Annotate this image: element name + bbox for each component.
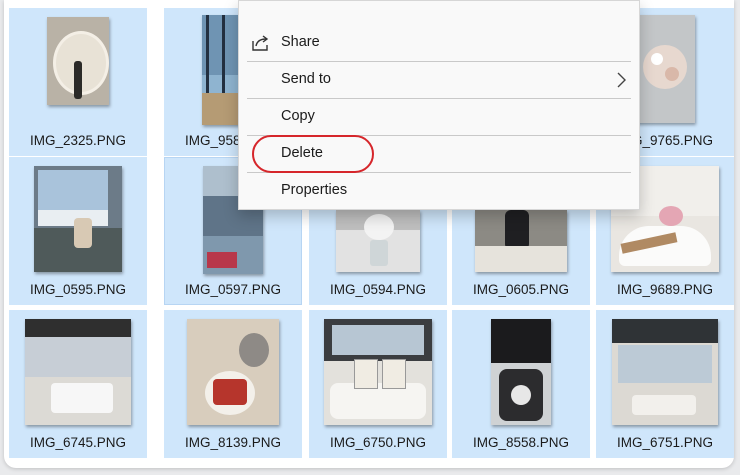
file-explorer-window: IMG_2325.PNG IMG_958 IMG_9765.PNG IMG_05… xyxy=(4,0,734,468)
photo-thumbnail xyxy=(324,319,432,425)
photo-thumbnail xyxy=(336,210,420,272)
chevron-right-icon xyxy=(617,72,626,88)
file-tile-img-2325[interactable]: IMG_2325.PNG xyxy=(9,8,147,156)
menu-item-label: Send to xyxy=(281,71,331,87)
file-name: IMG_8558.PNG xyxy=(472,435,570,450)
photo-thumbnail xyxy=(34,166,122,272)
context-menu: Share Send to Copy Delete Properties xyxy=(238,0,640,210)
file-tile-img-8139[interactable]: IMG_8139.PNG xyxy=(164,310,302,458)
delete-highlight-ring xyxy=(252,135,374,173)
file-name: IMG_0597.PNG xyxy=(184,282,282,297)
file-name: IMG_6751.PNG xyxy=(616,435,714,450)
file-name: IMG_6745.PNG xyxy=(29,435,127,450)
photo-thumbnail xyxy=(47,17,109,105)
menu-item-send-to[interactable]: Send to xyxy=(239,62,639,98)
share-icon xyxy=(252,35,269,51)
file-tile-img-0595[interactable]: IMG_0595.PNG xyxy=(9,157,147,305)
menu-item-label: Properties xyxy=(281,182,348,198)
file-name: IMG_0605.PNG xyxy=(472,282,570,297)
file-name: IMG_9689.PNG xyxy=(616,282,714,297)
menu-item-share[interactable]: Share xyxy=(239,25,639,61)
file-tile-img-6751[interactable]: IMG_6751.PNG xyxy=(596,310,734,458)
file-tile-img-6750[interactable]: IMG_6750.PNG xyxy=(309,310,447,458)
file-name: IMG_2325.PNG xyxy=(29,133,127,148)
photo-thumbnail xyxy=(25,319,131,425)
file-tile-img-6745[interactable]: IMG_6745.PNG xyxy=(9,310,147,458)
file-name: IMG_8139.PNG xyxy=(184,435,282,450)
file-tile-img-8558[interactable]: IMG_8558.PNG xyxy=(452,310,590,458)
menu-item-copy[interactable]: Copy xyxy=(239,99,639,135)
file-name: IMG_0594.PNG xyxy=(329,282,427,297)
menu-item-label: Copy xyxy=(281,108,315,124)
photo-thumbnail xyxy=(475,210,567,272)
photo-thumbnail xyxy=(635,15,695,123)
file-name: IMG_0595.PNG xyxy=(29,282,127,297)
photo-thumbnail xyxy=(612,319,718,425)
file-name: IMG_6750.PNG xyxy=(329,435,427,450)
photo-thumbnail xyxy=(491,319,551,425)
menu-item-label: Share xyxy=(281,34,320,50)
photo-thumbnail xyxy=(187,319,279,425)
menu-item-properties[interactable]: Properties xyxy=(239,173,639,209)
